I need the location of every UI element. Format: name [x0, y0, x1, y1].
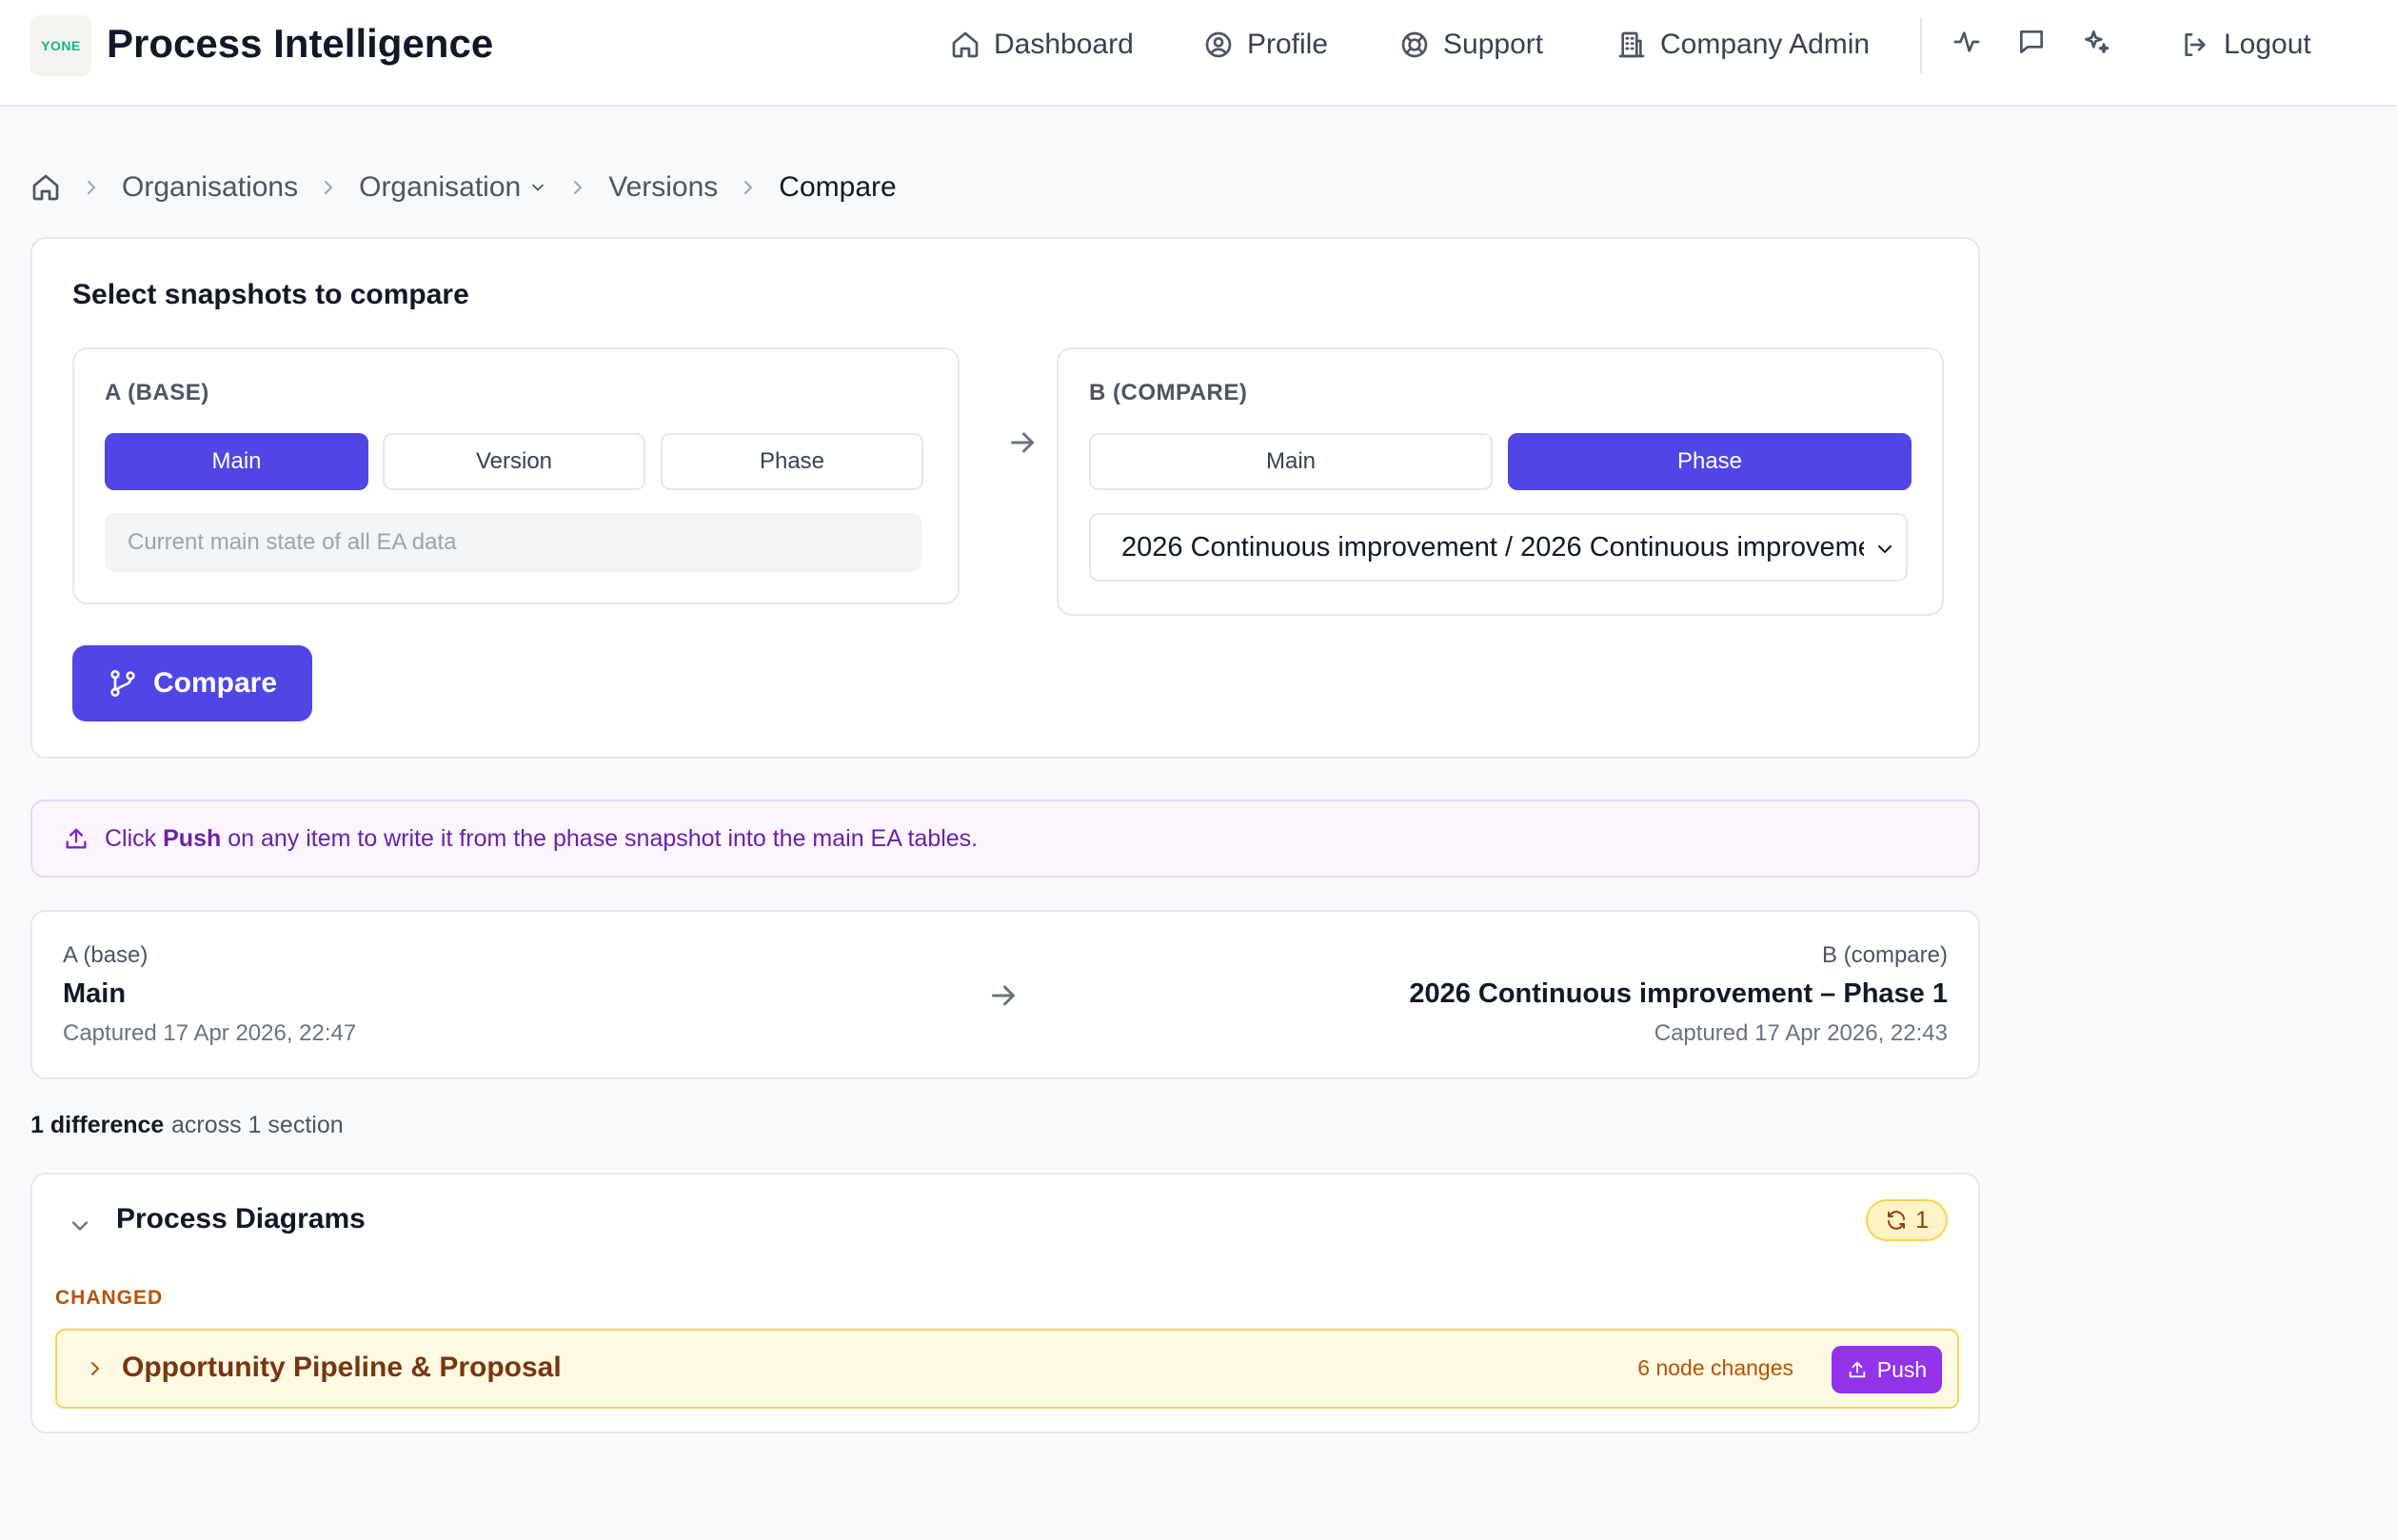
activity-icon: [1951, 27, 1986, 57]
nav-company-admin-label: Company Admin: [1660, 29, 1871, 60]
push-button[interactable]: Push: [1832, 1346, 1942, 1393]
chevron-down-icon: [1873, 538, 1896, 561]
company-logo[interactable]: YONE: [30, 15, 91, 76]
upload-icon: [63, 825, 89, 852]
side-a-version-button[interactable]: Version: [383, 433, 645, 490]
section-title[interactable]: Process Diagrams: [116, 1203, 366, 1235]
side-a-phase-button[interactable]: Phase: [661, 433, 923, 490]
nav-support-label: Support: [1443, 29, 1544, 60]
home-icon: [950, 30, 981, 60]
info-banner-prefix: Click: [105, 824, 157, 852]
breadcrumb-versions[interactable]: Versions: [608, 171, 718, 204]
breadcrumb-current: Compare: [779, 171, 897, 203]
chevron-right-icon: [566, 176, 589, 199]
side-a-description: Current main state of all EA data: [105, 513, 921, 572]
lifebuoy-icon: [1399, 30, 1430, 60]
upload-icon: [1847, 1359, 1868, 1380]
nav-dashboard[interactable]: Dashboard: [950, 25, 1134, 65]
difference-sections: across 1 section: [171, 1112, 344, 1138]
side-a-panel: A (BASE) Main Version Phase Current main…: [72, 347, 960, 604]
breadcrumb: Organisations Organisation Versions Comp…: [30, 168, 897, 207]
list-item[interactable]: Opportunity Pipeline & Proposal 6 node c…: [55, 1329, 1959, 1409]
difference-count: 1 difference: [30, 1112, 165, 1138]
info-banner-text: Click Push on any item to write it from …: [105, 825, 978, 853]
summary-b-label: B (compare): [1821, 942, 1948, 968]
breadcrumb-home[interactable]: [30, 172, 61, 203]
section-process-diagrams: Process Diagrams 1 CHANGED Opportunity P…: [30, 1173, 1980, 1433]
git-branch-icon: [108, 668, 138, 699]
summary-a-name: Main: [63, 978, 127, 1009]
nav-profile[interactable]: Profile: [1203, 25, 1328, 65]
push-button-label: Push: [1876, 1356, 1928, 1382]
chevron-right-icon: [317, 176, 340, 199]
changed-group-label: CHANGED: [55, 1287, 164, 1309]
compare-button-label: Compare: [152, 667, 278, 699]
changed-count: 1: [1915, 1206, 1929, 1234]
summary-b-name: 2026 Continuous improvement – Phase 1: [1409, 978, 1948, 1009]
node-changes-count: 6 node changes: [1637, 1355, 1793, 1380]
side-b-phase-button[interactable]: Phase: [1508, 433, 1912, 490]
logo-text: YONE: [41, 38, 81, 53]
comparison-summary-card: A (base) Main Captured 17 Apr 2026, 22:4…: [30, 910, 1980, 1079]
logout-icon: [2180, 30, 2210, 60]
refresh-icon: [1885, 1209, 1908, 1232]
phase-select[interactable]: 2026 Continuous improvement / 2026 Conti…: [1089, 513, 1908, 582]
breadcrumb-organisation-label: Organisation: [359, 171, 522, 203]
nav-profile-label: Profile: [1247, 29, 1329, 60]
messages-button[interactable]: [2016, 27, 2050, 61]
nav-logout-label: Logout: [2224, 29, 2311, 60]
side-b-panel: B (COMPARE) Main Phase 2026 Continuous i…: [1057, 347, 1944, 616]
item-name: Opportunity Pipeline & Proposal: [122, 1352, 562, 1383]
user-circle-icon: [1203, 30, 1234, 60]
building-icon: [1616, 30, 1647, 60]
home-icon: [30, 172, 61, 203]
select-title: Select snapshots to compare: [72, 279, 469, 310]
arrow-right-icon: [1005, 425, 1040, 460]
summary-b-captured: Captured 17 Apr 2026, 22:43: [1654, 1020, 1948, 1046]
push-info-banner: Click Push on any item to write it from …: [30, 800, 1980, 878]
chevron-down-icon: [528, 178, 547, 197]
top-header: YONE Process Intelligence Dashboard Prof…: [0, 0, 2397, 107]
nav-logout[interactable]: Logout: [2180, 25, 2311, 65]
info-banner-suffix: on any item to write it from the phase s…: [228, 824, 979, 852]
side-a-main-button[interactable]: Main: [105, 433, 368, 490]
app-title: Process Intelligence: [107, 21, 494, 66]
compare-button[interactable]: Compare: [72, 645, 312, 721]
chevron-right-icon: [737, 176, 760, 199]
breadcrumb-organisations[interactable]: Organisations: [122, 171, 298, 204]
arrow-right-icon: [986, 978, 1020, 1013]
side-b-main-button[interactable]: Main: [1089, 433, 1493, 490]
ai-assistant-button[interactable]: [2081, 27, 2115, 61]
sparkles-icon: [2081, 27, 2115, 57]
side-b-label: B (COMPARE): [1089, 380, 1248, 405]
phase-select-value: 2026 Continuous improvement / 2026 Conti…: [1121, 531, 1864, 563]
nav-dashboard-label: Dashboard: [994, 29, 1134, 60]
nav-support[interactable]: Support: [1399, 25, 1543, 65]
breadcrumb-organisation[interactable]: Organisation: [359, 171, 547, 204]
chevron-down-icon[interactable]: [67, 1213, 93, 1239]
activity-button[interactable]: [1951, 27, 1986, 61]
summary-a-captured: Captured 17 Apr 2026, 22:47: [63, 1020, 357, 1046]
chat-icon: [2016, 27, 2050, 57]
nav-company-admin[interactable]: Company Admin: [1616, 25, 1870, 65]
info-banner-bold: Push: [163, 824, 222, 852]
summary-a-label: A (base): [63, 942, 149, 968]
chevron-right-icon: [80, 176, 103, 199]
nav-divider: [1920, 17, 1922, 74]
side-a-label: A (BASE): [105, 380, 209, 405]
changed-count-badge: 1: [1866, 1199, 1948, 1241]
chevron-right-icon[interactable]: [84, 1357, 107, 1380]
snapshot-select-card: Select snapshots to compare A (BASE) Mai…: [30, 237, 1980, 759]
